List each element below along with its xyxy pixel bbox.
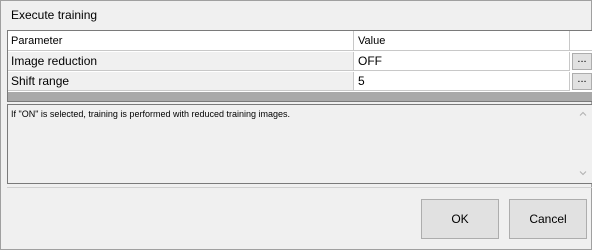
ok-button[interactable]: OK [421,199,499,239]
footer-divider [7,187,592,188]
parameter-value-field[interactable]: 5 [354,72,570,91]
scroll-down-arrow-icon[interactable] [579,169,587,177]
ellipsis-button[interactable]: ... [572,73,592,90]
grid-row-image-reduction[interactable]: Image reduction OFF ... [8,52,592,71]
dialog-title: Execute training [11,8,98,22]
ellipsis-button[interactable]: ... [572,53,592,70]
parameter-grid: Parameter Value Image reduction OFF ... … [7,30,592,102]
execute-training-dialog: Execute training Parameter Value Image r… [0,0,592,250]
column-header-value[interactable]: Value [354,31,570,51]
description-text: If "ON" is selected, training is perform… [11,109,291,119]
cancel-button[interactable]: Cancel [509,199,587,239]
parameter-name: Shift range [8,72,354,91]
grid-header: Parameter Value [8,31,592,51]
description-panel: If "ON" is selected, training is perform… [7,104,592,184]
scroll-up-arrow-icon[interactable] [579,110,587,118]
grid-bottom-bar [8,92,592,101]
parameter-name: Image reduction [8,52,354,71]
column-header-parameter[interactable]: Parameter [8,31,354,51]
grid-row-shift-range[interactable]: Shift range 5 ... [8,72,592,91]
parameter-value-field[interactable]: OFF [354,52,570,71]
column-header-extra [570,31,592,51]
